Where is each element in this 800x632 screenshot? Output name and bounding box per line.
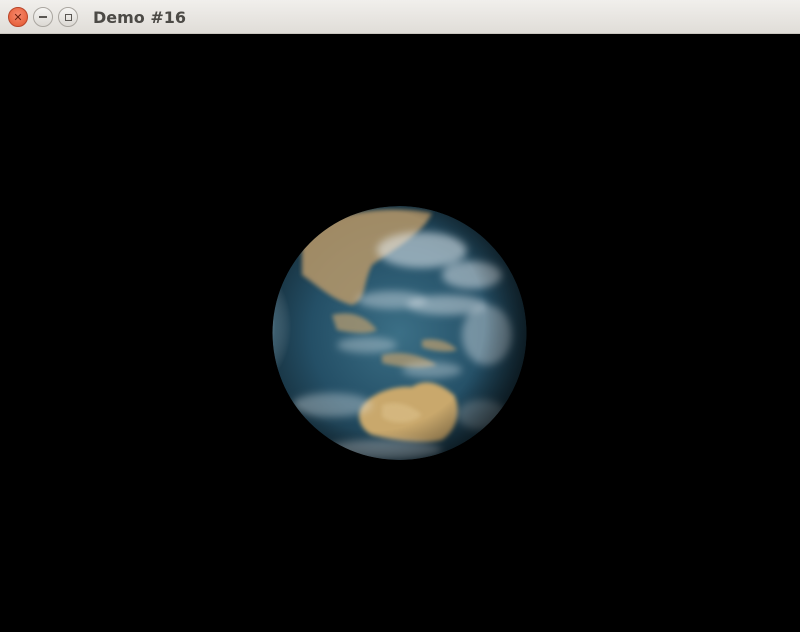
terminator-shading — [272, 206, 527, 460]
render-viewport[interactable] — [0, 34, 800, 632]
window-title: Demo #16 — [93, 8, 187, 27]
minimize-button[interactable] — [33, 7, 53, 27]
minimize-icon — [39, 16, 47, 18]
close-icon: ✕ — [13, 10, 23, 24]
maximize-button[interactable] — [58, 7, 78, 27]
maximize-icon — [64, 13, 72, 21]
app-window: ✕ Demo #16 — [0, 0, 800, 632]
close-button[interactable]: ✕ — [8, 7, 28, 27]
title-bar[interactable]: ✕ Demo #16 — [0, 0, 800, 34]
earth-globe — [272, 206, 527, 460]
